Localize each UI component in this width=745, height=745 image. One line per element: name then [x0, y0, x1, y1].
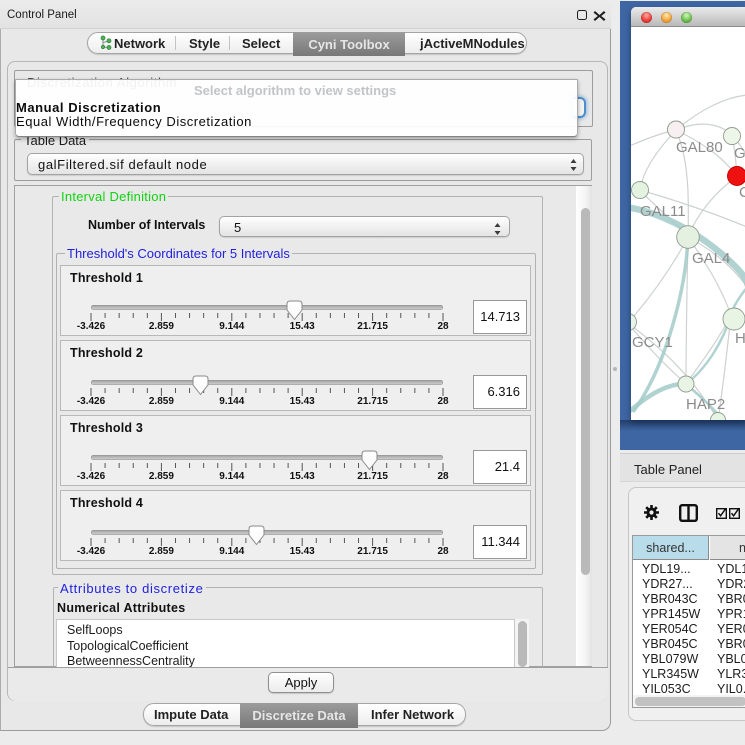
svg-text:GAL11: GAL11: [640, 203, 686, 220]
svg-text:HAP2: HAP2: [686, 396, 725, 413]
svg-text:GAL80: GAL80: [676, 139, 723, 156]
svg-text:C: C: [739, 184, 745, 201]
svg-text:G.: G.: [734, 145, 745, 162]
svg-text:GCY1: GCY1: [632, 334, 673, 351]
svg-text:H: H: [735, 330, 745, 347]
svg-text:GAL4: GAL4: [692, 250, 730, 267]
